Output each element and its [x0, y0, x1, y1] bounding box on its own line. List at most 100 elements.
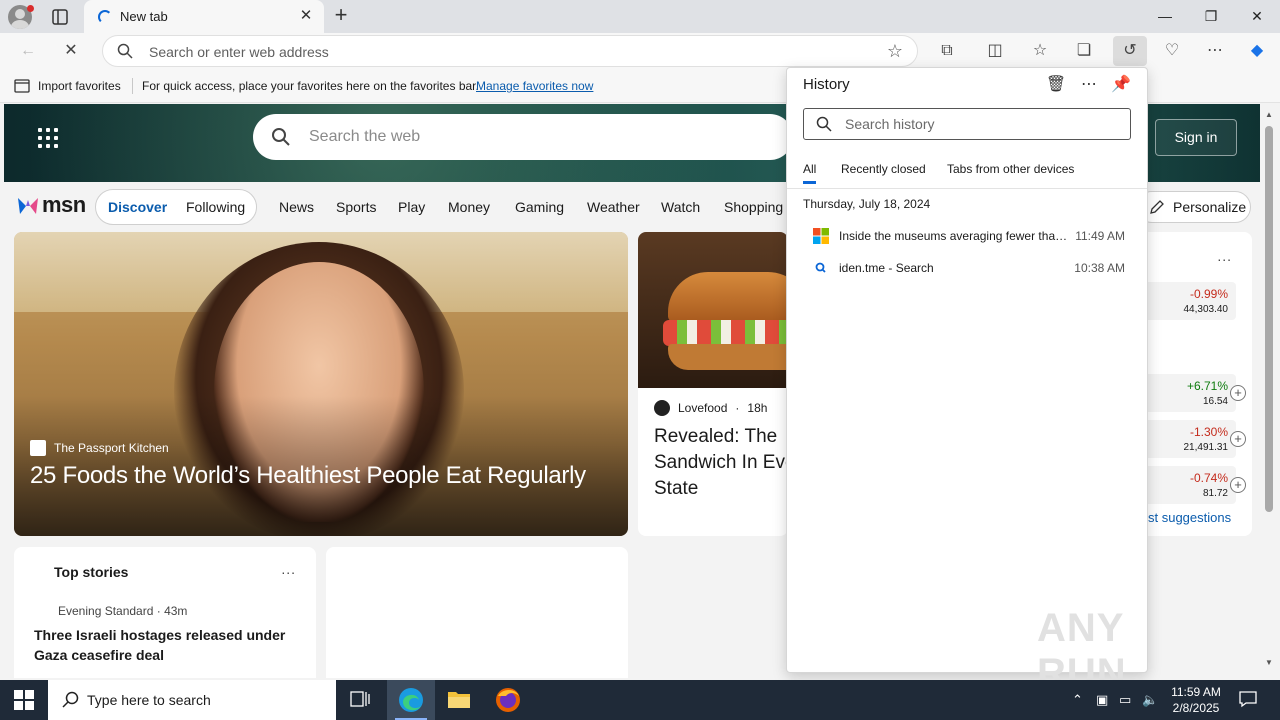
- back-icon[interactable]: ←: [15, 38, 41, 64]
- article-source: Lovefood · 18h: [654, 400, 767, 416]
- restore-button[interactable]: ❐: [1196, 4, 1226, 28]
- tab-other-devices[interactable]: Tabs from other devices: [947, 162, 1074, 176]
- add-watchlist-icon[interactable]: +: [1230, 477, 1246, 493]
- add-watchlist-icon[interactable]: +: [1230, 431, 1246, 447]
- article-headline[interactable]: Revealed: The Sandwich In Every State: [654, 424, 788, 502]
- close-tab-icon[interactable]: ✕: [298, 8, 314, 24]
- tab-new-tab[interactable]: New tab ✕: [84, 0, 324, 33]
- nav-news[interactable]: News: [279, 199, 314, 215]
- minimize-button[interactable]: —: [1150, 4, 1180, 28]
- tab-all[interactable]: All: [803, 162, 817, 184]
- apps-launcher-icon[interactable]: [38, 128, 58, 148]
- address-input[interactable]: Search or enter web address: [149, 44, 329, 60]
- nav-money[interactable]: Money: [448, 199, 490, 215]
- top-stories-title: Top stories: [54, 564, 129, 580]
- hero-source-name: The Passport Kitchen: [54, 441, 169, 455]
- nav-shopping[interactable]: Shopping: [724, 199, 783, 215]
- file-explorer-icon[interactable]: [435, 680, 483, 720]
- extensions-icon[interactable]: ⧉: [934, 38, 960, 64]
- web-search-box[interactable]: Search the web: [253, 114, 793, 160]
- search-icon: [62, 691, 79, 708]
- story-headline[interactable]: Three Israeli hostages released under Ga…: [34, 625, 294, 665]
- show-hidden-icons[interactable]: ⌃: [1072, 692, 1083, 708]
- stop-loading-icon[interactable]: ✕: [58, 38, 84, 64]
- delete-history-icon[interactable]: 🗑: [1045, 74, 1067, 96]
- nav-sports[interactable]: Sports: [336, 199, 376, 215]
- hero-source: The Passport Kitchen: [30, 440, 169, 456]
- windows-start-icon[interactable]: [14, 690, 34, 710]
- manage-favorites-link[interactable]: Manage favorites now: [476, 79, 593, 93]
- task-view-icon[interactable]: [336, 680, 384, 720]
- tab-actions-icon[interactable]: [50, 7, 70, 27]
- address-bar[interactable]: Search or enter web address ☆: [102, 35, 918, 67]
- add-watchlist-icon[interactable]: +: [1230, 385, 1246, 401]
- article-source-name: Lovefood: [678, 401, 728, 415]
- personalize-button[interactable]: Personalize: [1136, 191, 1251, 223]
- sandwich-filling: [663, 320, 788, 346]
- top-stories-card: Top stories ... Evening Standard · 43m T…: [14, 547, 316, 678]
- favorite-star-icon[interactable]: ☆: [887, 41, 903, 61]
- market-row[interactable]: -1.30% 21,491.31 +: [1144, 420, 1246, 458]
- more-options-icon[interactable]: ...: [281, 561, 296, 577]
- market-row[interactable]: +6.71% 16.54 +: [1144, 374, 1246, 412]
- favorites-icon[interactable]: ☆: [1027, 38, 1053, 64]
- tab-discover[interactable]: Discover: [108, 199, 167, 215]
- history-item-time: 11:49 AM: [1075, 229, 1125, 243]
- market-value: 44,303.40: [1183, 304, 1229, 315]
- nav-weather[interactable]: Weather: [587, 199, 640, 215]
- search-icon: [117, 43, 133, 59]
- hero-article-card[interactable]: The Passport Kitchen 25 Foods the World’…: [14, 232, 628, 536]
- suggestions-link[interactable]: st suggestions: [1148, 510, 1231, 525]
- search-icon: [816, 116, 832, 132]
- import-favorites-button[interactable]: Import favorites: [14, 79, 121, 93]
- pencil-icon: [1150, 200, 1164, 214]
- publisher-logo-icon: [30, 440, 46, 456]
- system-clock[interactable]: 11:59 AM 2/8/2025: [1168, 684, 1224, 716]
- msn-logo-text: msn: [42, 192, 86, 217]
- scroll-up-icon[interactable]: ▲: [1265, 110, 1273, 119]
- settings-more-icon[interactable]: ⋯: [1202, 38, 1228, 64]
- search-icon: [272, 128, 290, 146]
- nav-watch[interactable]: Watch: [661, 199, 700, 215]
- volume-icon[interactable]: 🔈: [1142, 692, 1158, 708]
- new-tab-button[interactable]: +: [330, 4, 352, 27]
- history-search-box[interactable]: Search history: [803, 108, 1131, 140]
- taskbar-search-box[interactable]: Type here to search: [48, 680, 336, 720]
- device-icon[interactable]: ▣: [1096, 692, 1108, 708]
- close-window-button[interactable]: ✕: [1242, 4, 1272, 28]
- history-icon[interactable]: ↺: [1113, 36, 1147, 66]
- collections-icon[interactable]: ❏: [1071, 38, 1097, 64]
- microsoft-icon: [813, 228, 829, 244]
- history-item[interactable]: Inside the museums averaging fewer than …: [787, 221, 1147, 251]
- tab-recently-closed[interactable]: Recently closed: [841, 162, 926, 176]
- scrollbar-thumb[interactable]: [1265, 126, 1273, 512]
- msn-logo[interactable]: msn: [16, 192, 86, 218]
- loading-icon: [98, 10, 112, 24]
- pin-icon[interactable]: 📌: [1110, 74, 1132, 96]
- sandwich-bottom: [668, 344, 788, 370]
- split-screen-icon[interactable]: ◫: [982, 38, 1008, 64]
- more-options-icon[interactable]: ⋯: [1078, 74, 1100, 96]
- web-search-input[interactable]: Search the web: [309, 128, 420, 146]
- tab-following[interactable]: Following: [186, 199, 245, 215]
- market-row[interactable]: -0.99% 44,303.40: [1144, 282, 1236, 320]
- page-scrollbar[interactable]: ▲ ▼: [1262, 104, 1276, 678]
- browser-essentials-icon[interactable]: ♡: [1159, 38, 1185, 64]
- copilot-icon[interactable]: ◆: [1244, 38, 1270, 64]
- market-row[interactable]: -0.74% 81.72 +: [1144, 466, 1246, 504]
- edge-taskbar-icon[interactable]: [387, 680, 435, 720]
- favorites-message: For quick access, place your favorites h…: [142, 79, 479, 93]
- history-search-input[interactable]: Search history: [845, 116, 934, 132]
- network-icon[interactable]: ▭: [1119, 692, 1131, 708]
- taskbar-search-input[interactable]: Type here to search: [87, 692, 211, 708]
- nav-gaming[interactable]: Gaming: [515, 199, 564, 215]
- scroll-down-icon[interactable]: ▼: [1265, 658, 1273, 667]
- more-options-icon[interactable]: ...: [1217, 248, 1232, 264]
- notifications-icon[interactable]: [1238, 690, 1258, 708]
- firefox-icon[interactable]: [484, 680, 532, 720]
- history-item[interactable]: iden.tme - Search 10:38 AM: [787, 253, 1147, 283]
- sign-in-button[interactable]: Sign in: [1155, 119, 1237, 156]
- nav-play[interactable]: Play: [398, 199, 425, 215]
- article-card[interactable]: Lovefood · 18h Revealed: The Sandwich In…: [638, 232, 788, 536]
- hero-headline[interactable]: 25 Foods the World’s Healthiest People E…: [30, 462, 620, 490]
